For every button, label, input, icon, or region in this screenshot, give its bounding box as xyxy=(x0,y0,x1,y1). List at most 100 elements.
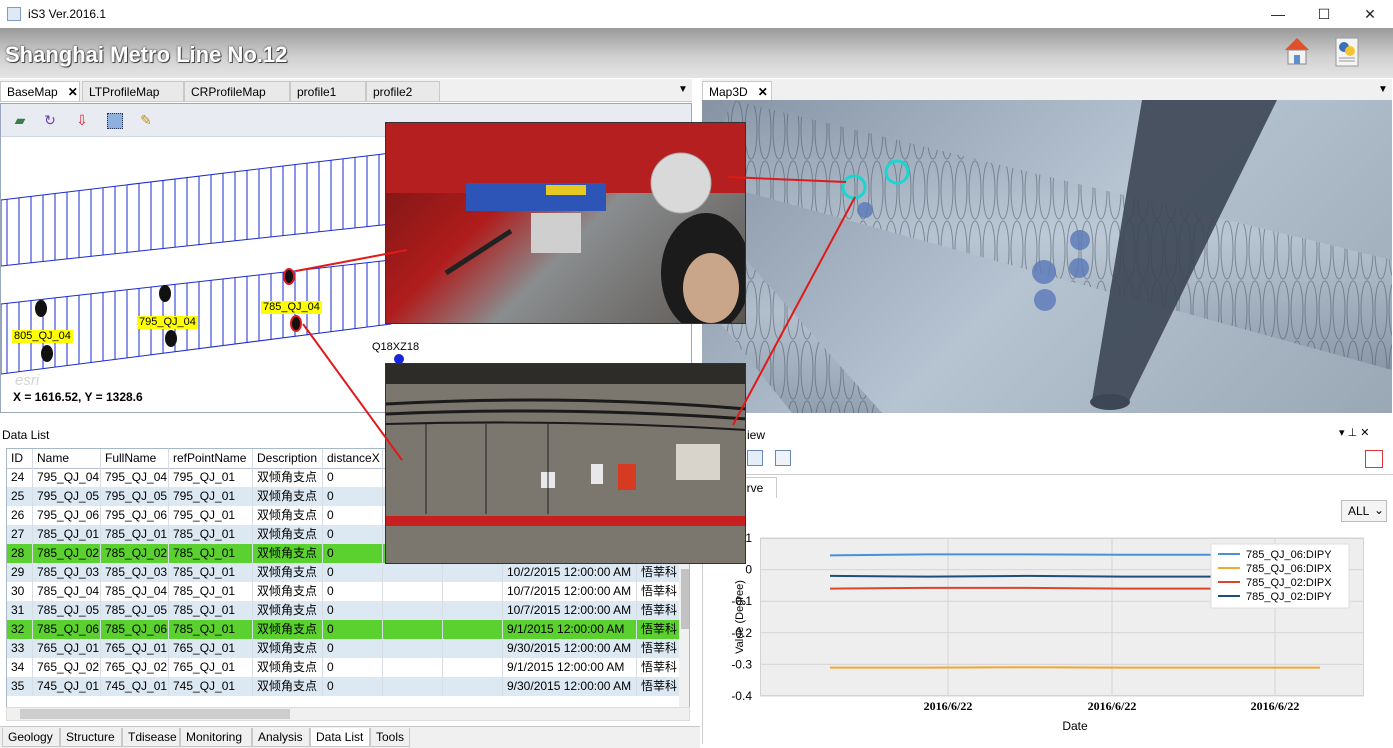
tab-data-list[interactable]: Data List xyxy=(310,728,370,747)
close-icon[interactable]: ✕ xyxy=(758,85,768,99)
table-row[interactable]: 31785_QJ_05785_QJ_05785_QJ_01双倾角支点010/7/… xyxy=(7,601,689,620)
table-cell: 0 xyxy=(323,582,383,601)
tab-profile2[interactable]: profile2 xyxy=(366,81,440,101)
column-header[interactable]: Name xyxy=(33,449,101,468)
table-cell: 31 xyxy=(7,601,33,620)
close-icon[interactable]: ✕ xyxy=(68,85,78,99)
table-cell: 785_QJ_01 xyxy=(169,544,253,563)
table-cell: 双倾角支点 xyxy=(253,582,323,601)
table-row[interactable]: 35745_QJ_01745_QJ_01745_QJ_01双倾角支点09/30/… xyxy=(7,677,689,696)
home-icon[interactable] xyxy=(1283,36,1311,66)
tab-geology[interactable]: Geology xyxy=(2,728,60,747)
legend-label: 785_QJ_02:DIPX xyxy=(1246,577,1332,589)
chevron-down-icon[interactable]: ▼ xyxy=(676,80,690,100)
chevron-down-icon[interactable]: ▼ xyxy=(1376,80,1390,100)
tab-crprofilemap[interactable]: CRProfileMap xyxy=(184,81,290,101)
close-button[interactable]: ✕ xyxy=(1347,0,1393,28)
table-row[interactable]: 33765_QJ_01765_QJ_01765_QJ_01双倾角支点09/30/… xyxy=(7,639,689,658)
table-row[interactable]: 29785_QJ_03785_QJ_03785_QJ_01双倾角支点010/2/… xyxy=(7,563,689,582)
table-cell: 双倾角支点 xyxy=(253,601,323,620)
table-cell: 0 xyxy=(323,620,383,639)
table-cell xyxy=(443,677,503,696)
table-row[interactable]: 32785_QJ_06785_QJ_06785_QJ_01双倾角支点09/1/2… xyxy=(7,620,689,639)
table-cell: 745_QJ_01 xyxy=(169,677,253,696)
table-cell: 795_QJ_06 xyxy=(33,506,101,525)
left-tab-strip: BaseMap✕ LTProfileMap CRProfileMap profi… xyxy=(0,79,692,102)
table-cell: 765_QJ_01 xyxy=(101,639,169,658)
app-icon xyxy=(7,7,21,21)
sensor-photo-content xyxy=(386,123,746,324)
table-cell: 795_QJ_05 xyxy=(33,487,101,506)
point-label: 785_QJ_04 xyxy=(261,301,322,314)
monitor-point[interactable] xyxy=(35,300,47,317)
column-header[interactable]: refPointName xyxy=(169,449,253,468)
table-cell: 双倾角支点 xyxy=(253,525,323,544)
monitor-point-selected[interactable] xyxy=(290,315,302,332)
tab-tools[interactable]: Tools xyxy=(370,728,410,747)
table-cell: 765_QJ_01 xyxy=(33,639,101,658)
column-header[interactable]: Description xyxy=(253,449,323,468)
scrollbar-thumb[interactable] xyxy=(681,569,690,629)
monitor-point[interactable] xyxy=(165,330,177,347)
layers-icon[interactable]: ▰ xyxy=(9,109,31,131)
tab-map3d[interactable]: Map3D ✕ xyxy=(702,81,772,101)
monitor-point[interactable] xyxy=(159,285,171,302)
tab-monitoring[interactable]: Monitoring xyxy=(180,728,252,747)
tab-basemap[interactable]: BaseMap✕ xyxy=(0,81,80,101)
table-cell xyxy=(443,620,503,639)
tab-tdisease[interactable]: Tdisease xyxy=(122,728,180,747)
view-panel-title: iew xyxy=(747,428,765,442)
table-cell: 795_QJ_04 xyxy=(101,468,169,487)
edit-pencil-icon[interactable]: ✎ xyxy=(135,109,157,131)
export-icon[interactable] xyxy=(1365,450,1383,468)
table-cell: 双倾角支点 xyxy=(253,620,323,639)
project-title: Shanghai Metro Line No.12 xyxy=(5,42,287,68)
table-cell: 795_QJ_05 xyxy=(101,487,169,506)
x-tick-label: 2016/6/22 xyxy=(924,699,973,713)
table-icon[interactable] xyxy=(747,450,763,466)
select-rect-icon[interactable] xyxy=(103,109,125,131)
table-cell xyxy=(443,639,503,658)
legend-label: 785_QJ_02:DIPY xyxy=(1246,591,1332,603)
pin-icon[interactable]: ⇩ xyxy=(71,109,93,131)
monitor-point-selected[interactable] xyxy=(283,268,295,285)
refresh-icon[interactable]: ↻ xyxy=(39,109,61,131)
y-axis-title: Value (Degree) xyxy=(734,580,746,654)
map-3d-view[interactable] xyxy=(702,100,1392,413)
table-cell: 双倾角支点 xyxy=(253,544,323,563)
tab-label: Map3D xyxy=(709,85,748,99)
table-cell: 0 xyxy=(323,601,383,620)
table-cell xyxy=(383,563,443,582)
table-cell: 785_QJ_01 xyxy=(169,601,253,620)
table-cell: 785_QJ_01 xyxy=(101,525,169,544)
table-cell: 765_QJ_02 xyxy=(33,658,101,677)
table-cell: 795_QJ_06 xyxy=(101,506,169,525)
table-cell: 795_QJ_04 xyxy=(33,468,101,487)
x-tick-label: 2016/6/22 xyxy=(1251,699,1300,713)
table-cell: 0 xyxy=(323,468,383,487)
scrollbar-thumb[interactable] xyxy=(20,709,290,719)
panel-controls[interactable]: ▾ ⊥ ✕ xyxy=(1339,426,1369,439)
table-row[interactable]: 30785_QJ_04785_QJ_04785_QJ_01双倾角支点010/7/… xyxy=(7,582,689,601)
table-cell: 745_QJ_01 xyxy=(33,677,101,696)
series-filter-select[interactable]: ALL ⌄ xyxy=(1341,500,1387,522)
sensor-photo xyxy=(385,122,746,324)
table-row[interactable]: 34765_QJ_02765_QJ_02765_QJ_01双倾角支点09/1/2… xyxy=(7,658,689,677)
monitor-point[interactable] xyxy=(41,345,53,362)
tunnel-wall-photo-content xyxy=(386,364,746,564)
column-header[interactable]: distanceX xyxy=(323,449,383,468)
tab-structure[interactable]: Structure xyxy=(60,728,122,747)
minimize-button[interactable]: — xyxy=(1255,0,1301,28)
column-header[interactable]: FullName xyxy=(101,449,169,468)
table-cell: 25 xyxy=(7,487,33,506)
document-icon[interactable] xyxy=(775,450,791,466)
table-cell xyxy=(383,658,443,677)
table-cell: 765_QJ_02 xyxy=(101,658,169,677)
tab-analysis[interactable]: Analysis xyxy=(252,728,310,747)
tab-ltprofilemap[interactable]: LTProfileMap xyxy=(82,81,184,101)
python-script-icon[interactable] xyxy=(1333,36,1361,68)
table-cell: 35 xyxy=(7,677,33,696)
tab-profile1[interactable]: profile1 xyxy=(290,81,366,101)
maximize-button[interactable]: ☐ xyxy=(1301,0,1347,28)
column-header[interactable]: ID xyxy=(7,449,33,468)
